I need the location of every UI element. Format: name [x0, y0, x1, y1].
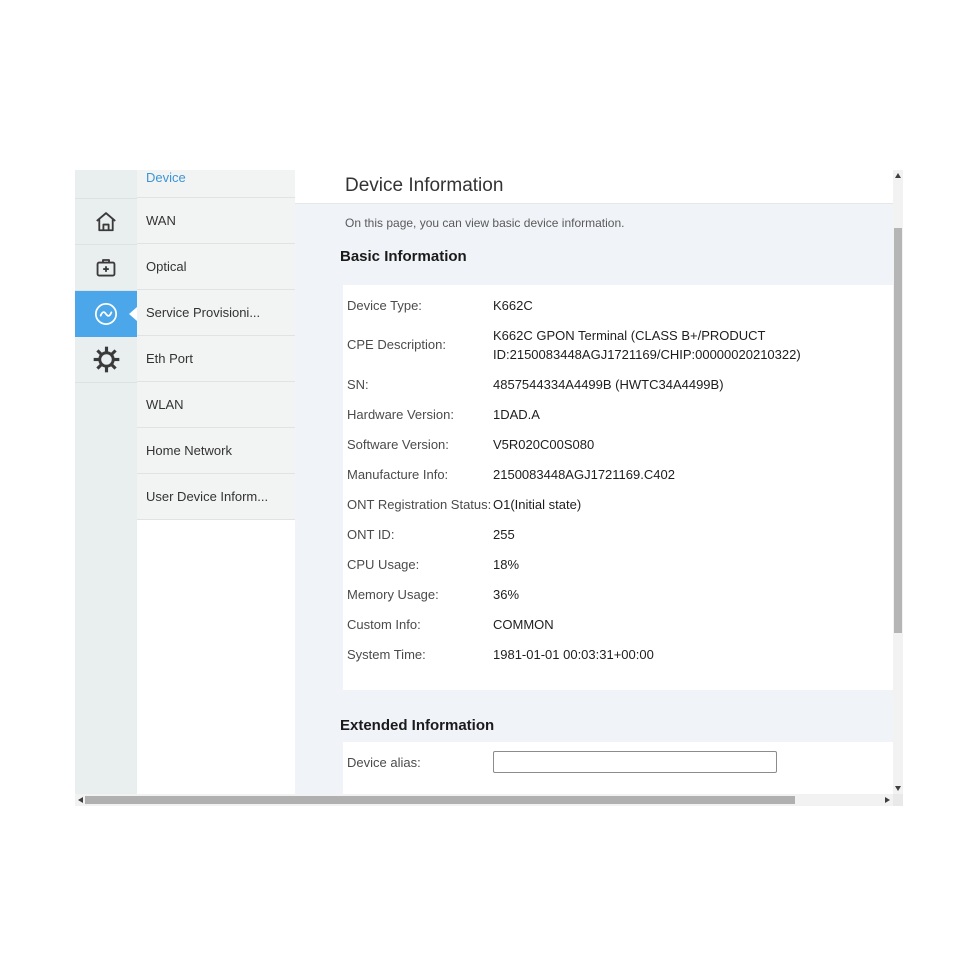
extended-information-heading: Extended Information	[340, 717, 494, 734]
submenu-panel: Device WAN Optical Service Provisioni...…	[137, 170, 295, 794]
info-row: SN: 4857544334A4499B (HWTC34A4499B)	[343, 369, 893, 399]
info-row-value: 4857544334A4499B (HWTC34A4499B)	[493, 375, 724, 394]
submenu-item[interactable]: Optical	[137, 244, 295, 290]
submenu-item[interactable]: User Device Inform...	[137, 474, 295, 520]
device-alias-row: Device alias:	[343, 742, 893, 773]
submenu-item-label: Home Network	[146, 443, 232, 458]
sidebar-item-home[interactable]	[75, 199, 137, 245]
info-row: Device Type: K662C	[343, 290, 893, 320]
submenu-item-label: Device	[146, 170, 186, 185]
submenu-item-label: WLAN	[146, 397, 184, 412]
sidebar-item-settings[interactable]	[75, 337, 137, 383]
submenu-item[interactable]: WLAN	[137, 382, 295, 428]
submenu-item[interactable]: Service Provisioni...	[137, 290, 295, 336]
submenu-item[interactable]: WAN	[137, 198, 295, 244]
icon-sidebar	[75, 170, 137, 794]
info-row-value: K662C	[493, 296, 533, 315]
info-row-label: CPE Description:	[343, 335, 493, 354]
info-row-label: Software Version:	[343, 435, 493, 454]
router-admin-window: Device WAN Optical Service Provisioni...…	[75, 170, 903, 806]
horizontal-scrollbar[interactable]	[75, 794, 893, 806]
horizontal-scrollbar-thumb[interactable]	[85, 796, 795, 804]
scroll-up-arrow-icon[interactable]	[895, 173, 901, 178]
info-row-value: V5R020C00S080	[493, 435, 594, 454]
info-row-label: System Time:	[343, 645, 493, 664]
device-alias-label: Device alias:	[343, 753, 493, 772]
submenu-item-label: User Device Inform...	[146, 489, 268, 504]
info-row: CPU Usage: 18%	[343, 549, 893, 579]
submenu-item-label: WAN	[146, 213, 176, 228]
scroll-left-arrow-icon[interactable]	[78, 797, 83, 803]
info-row: Hardware Version: 1DAD.A	[343, 399, 893, 429]
info-row: Memory Usage: 36%	[343, 579, 893, 609]
info-row-value: 2150083448AGJ1721169.C402	[493, 465, 675, 484]
info-row-label: Hardware Version:	[343, 405, 493, 424]
device-alias-input[interactable]	[493, 751, 777, 773]
info-row: CPE Description: K662C GPON Terminal (CL…	[343, 320, 893, 369]
info-row: ONT ID: 255	[343, 519, 893, 549]
info-row-value: 18%	[493, 555, 519, 574]
gear-icon	[93, 346, 120, 373]
scrollbar-corner	[893, 794, 903, 806]
info-row-value: K662C GPON Terminal (CLASS B+/PRODUCT ID…	[493, 326, 891, 364]
vertical-scrollbar-thumb[interactable]	[894, 228, 902, 633]
info-row-label: Custom Info:	[343, 615, 493, 634]
info-row-label: CPU Usage:	[343, 555, 493, 574]
home-icon	[93, 209, 119, 235]
basic-information-card: Device Type: K662C CPE Description: K662…	[343, 285, 893, 690]
selected-notch	[129, 307, 137, 321]
info-row-value: COMMON	[493, 615, 554, 634]
info-row: Software Version: V5R020C00S080	[343, 429, 893, 459]
toolbox-icon	[93, 255, 119, 281]
info-row-label: ONT Registration Status:	[343, 495, 493, 514]
main-content: Device Information On this page, you can…	[295, 170, 893, 794]
submenu-item-label: Optical	[146, 259, 186, 274]
info-row-label: ONT ID:	[343, 525, 493, 544]
info-row-label: Device Type:	[343, 296, 493, 315]
screenshot-canvas: Device WAN Optical Service Provisioni...…	[0, 0, 980, 980]
submenu-item[interactable]: Device	[137, 170, 295, 198]
info-row-value: 1DAD.A	[493, 405, 540, 424]
info-row-value: 255	[493, 525, 515, 544]
basic-information-heading: Basic Information	[340, 248, 467, 265]
info-row: System Time: 1981-01-01 00:03:31+00:00	[343, 639, 893, 669]
submenu-item-label: Eth Port	[146, 351, 193, 366]
page-title: Device Information	[345, 175, 503, 197]
info-row-label: Memory Usage:	[343, 585, 493, 604]
info-row: Manufacture Info: 2150083448AGJ1721169.C…	[343, 459, 893, 489]
info-row-value: 36%	[493, 585, 519, 604]
scroll-down-arrow-icon[interactable]	[895, 786, 901, 791]
submenu-item[interactable]: Home Network	[137, 428, 295, 474]
submenu-item[interactable]: Eth Port	[137, 336, 295, 382]
service-wave-icon	[92, 300, 120, 328]
info-row: Custom Info: COMMON	[343, 609, 893, 639]
info-row-label: Manufacture Info:	[343, 465, 493, 484]
icon-sidebar-spacer	[75, 170, 137, 199]
page-description: On this page, you can view basic device …	[345, 216, 624, 230]
info-row-value: O1(Initial state)	[493, 495, 581, 514]
info-row-label: SN:	[343, 375, 493, 394]
info-row: ONT Registration Status: O1(Initial stat…	[343, 489, 893, 519]
extended-information-card: Device alias:	[343, 742, 893, 794]
sidebar-item-monitoring-selected[interactable]	[75, 291, 137, 337]
scroll-right-arrow-icon[interactable]	[885, 797, 890, 803]
sidebar-item-services[interactable]	[75, 245, 137, 291]
submenu-item-label: Service Provisioni...	[146, 305, 260, 320]
vertical-scrollbar[interactable]	[893, 170, 903, 794]
info-row-value: 1981-01-01 00:03:31+00:00	[493, 645, 654, 664]
